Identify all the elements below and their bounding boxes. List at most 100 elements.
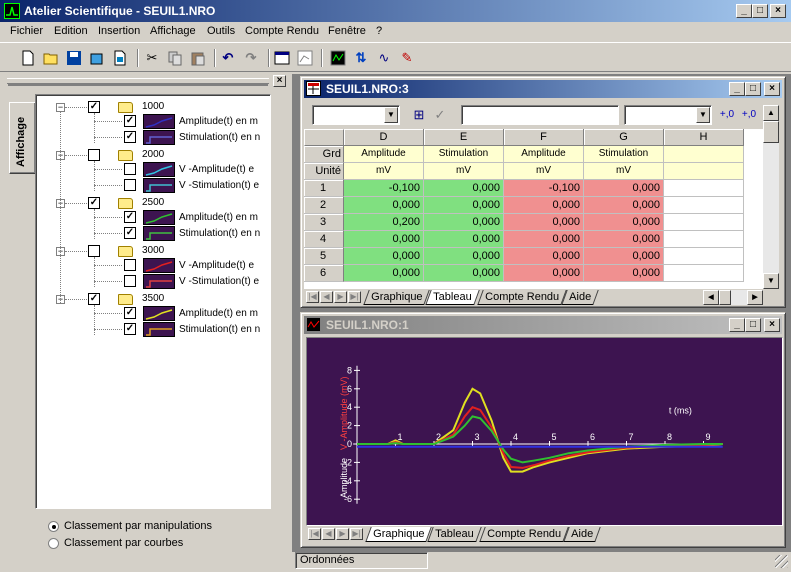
graph-tab-nav-button[interactable]: ▶| (350, 528, 363, 540)
row-number[interactable]: 4 (304, 231, 344, 248)
formula-input[interactable] (461, 105, 619, 125)
grandeur-cell[interactable]: Amplitude (504, 146, 584, 163)
tab-affichage[interactable]: Affichage (9, 102, 36, 174)
row-header-grd[interactable]: Grd (304, 146, 344, 163)
grandeur-cell[interactable] (664, 146, 744, 163)
curve-checkbox[interactable]: ✓ (124, 131, 136, 143)
graph-tab-tableau[interactable]: Tableau (427, 527, 482, 542)
unit-cell[interactable]: mV (424, 163, 504, 180)
table-cell[interactable]: 0,000 (584, 231, 664, 248)
table-cell[interactable]: 0,200 (344, 214, 424, 231)
curve-checkbox[interactable]: ✓ (124, 227, 136, 239)
scroll-right-button[interactable]: ▶ (747, 290, 763, 305)
group-label[interactable]: 3000 (142, 245, 164, 256)
table-vscrollbar[interactable]: ▲ ▼ (763, 105, 779, 289)
table-cell[interactable]: 0,000 (504, 248, 584, 265)
fit-icon[interactable]: ∿ (376, 50, 392, 66)
curve-label[interactable]: Amplitude(t) en m (179, 308, 258, 319)
graph-tab-nav-button[interactable]: ◀ (322, 528, 335, 540)
row-number[interactable]: 2 (304, 197, 344, 214)
group-label[interactable]: 3500 (142, 293, 164, 304)
table-tab-compte-rendu[interactable]: Compte Rendu (477, 290, 567, 305)
table-cell[interactable] (664, 231, 744, 248)
curve-checkbox[interactable]: ✓ (124, 211, 136, 223)
table-minimize-button[interactable]: _ (729, 82, 745, 96)
table-cell[interactable]: 0,000 (504, 197, 584, 214)
table-cell[interactable]: 0,000 (504, 214, 584, 231)
paste-icon[interactable] (190, 50, 206, 66)
table-cell[interactable]: 0,000 (584, 197, 664, 214)
curve-checkbox[interactable] (124, 259, 136, 271)
table-cell[interactable]: 0,000 (424, 248, 504, 265)
sidebar-close-button[interactable]: × (273, 75, 286, 87)
table-tab-aide[interactable]: Aide (561, 290, 599, 305)
curve-label[interactable]: V -Amplitude(t) e (179, 164, 254, 175)
group-label[interactable]: 2500 (142, 197, 164, 208)
menu-fichier[interactable]: Fichier (10, 25, 43, 37)
table-tab-tableau[interactable]: Tableau (425, 290, 480, 305)
sort-by-manipulations-radio[interactable] (48, 521, 59, 532)
menu-affichage[interactable]: Affichage (150, 25, 196, 37)
curve-label[interactable]: Amplitude(t) en m (179, 116, 258, 127)
package-icon[interactable] (89, 50, 105, 66)
column-header[interactable]: D (344, 129, 424, 146)
table-cell[interactable] (664, 180, 744, 197)
scroll-thumb[interactable] (763, 121, 779, 143)
group-checkbox-1000[interactable]: ✓ (88, 101, 100, 113)
curve-checkbox[interactable] (124, 163, 136, 175)
curve-label[interactable]: Stimulation(t) en n (179, 324, 260, 335)
unit-select[interactable]: ▼ (624, 105, 712, 125)
export-icon[interactable] (112, 50, 128, 66)
curve-checkbox[interactable]: ✓ (124, 323, 136, 335)
redo-icon[interactable]: ↷ (243, 50, 259, 66)
save-icon[interactable] (66, 50, 82, 66)
curve-label[interactable]: V -Stimulation(t) e (179, 276, 259, 287)
column-header[interactable]: F (504, 129, 584, 146)
hscroll-thumb[interactable] (719, 290, 731, 305)
window-icon[interactable] (274, 50, 290, 66)
new-icon[interactable] (20, 50, 36, 66)
group-checkbox-2000[interactable] (88, 149, 100, 161)
scroll-down-button[interactable]: ▼ (763, 273, 779, 289)
graph-tab-nav-button[interactable]: |◀ (308, 528, 321, 540)
column-header[interactable]: H (664, 129, 744, 146)
curve-label[interactable]: V -Amplitude(t) e (179, 260, 254, 271)
tool-icon[interactable]: ✎ (399, 50, 415, 66)
graph-tab-graphique[interactable]: Graphique (365, 527, 433, 542)
table-cell[interactable]: 0,000 (584, 214, 664, 231)
table-tab-graphique[interactable]: Graphique (363, 290, 431, 305)
graph-tab-aide[interactable]: Aide (563, 527, 601, 542)
group-label[interactable]: 2000 (142, 149, 164, 160)
grandeur-cell[interactable]: Stimulation (584, 146, 664, 163)
table-cell[interactable]: -0,100 (504, 180, 584, 197)
menu-outils[interactable]: Outils (207, 25, 235, 37)
curve-label[interactable]: Amplitude(t) en m (179, 212, 258, 223)
table-cell[interactable] (664, 265, 744, 282)
decrease-decimals-icon[interactable]: +,0 (719, 107, 735, 123)
menu-compte-rendu[interactable]: Compte Rendu (245, 25, 319, 37)
validate-icon[interactable]: ✓ (432, 107, 448, 123)
close-button[interactable]: × (770, 4, 786, 18)
chart-svg[interactable]: 1 2 3 4 5 6 7 8 986420-2-4-6t (ms)AmplitudeV -Am… (307, 338, 782, 525)
table-cell[interactable]: 0,000 (584, 265, 664, 282)
table-cell[interactable]: 0,000 (424, 197, 504, 214)
graph-tab-compte-rendu[interactable]: Compte Rendu (479, 527, 569, 542)
row-number[interactable]: 6 (304, 265, 344, 282)
table-tab-nav-button[interactable]: ◀ (320, 291, 333, 303)
table-tab-nav-button[interactable]: ▶| (348, 291, 361, 303)
column-header[interactable]: E (424, 129, 504, 146)
undo-icon[interactable]: ↶ (220, 50, 236, 66)
table-cell[interactable]: 0,000 (424, 180, 504, 197)
column-select[interactable]: ▼ (312, 105, 400, 125)
group-label[interactable]: 1000 (142, 101, 164, 112)
unit-cell[interactable]: mV (504, 163, 584, 180)
curve-label[interactable]: Stimulation(t) en n (179, 228, 260, 239)
curve-label[interactable]: V -Stimulation(t) e (179, 180, 259, 191)
row-number[interactable]: 5 (304, 248, 344, 265)
table-cell[interactable]: 0,000 (504, 265, 584, 282)
table-cell[interactable]: 0,000 (584, 248, 664, 265)
row-number[interactable]: 1 (304, 180, 344, 197)
table-cell[interactable]: 0,000 (344, 231, 424, 248)
sidebar-grip[interactable] (7, 78, 269, 84)
table-cell[interactable]: 0,000 (424, 231, 504, 248)
